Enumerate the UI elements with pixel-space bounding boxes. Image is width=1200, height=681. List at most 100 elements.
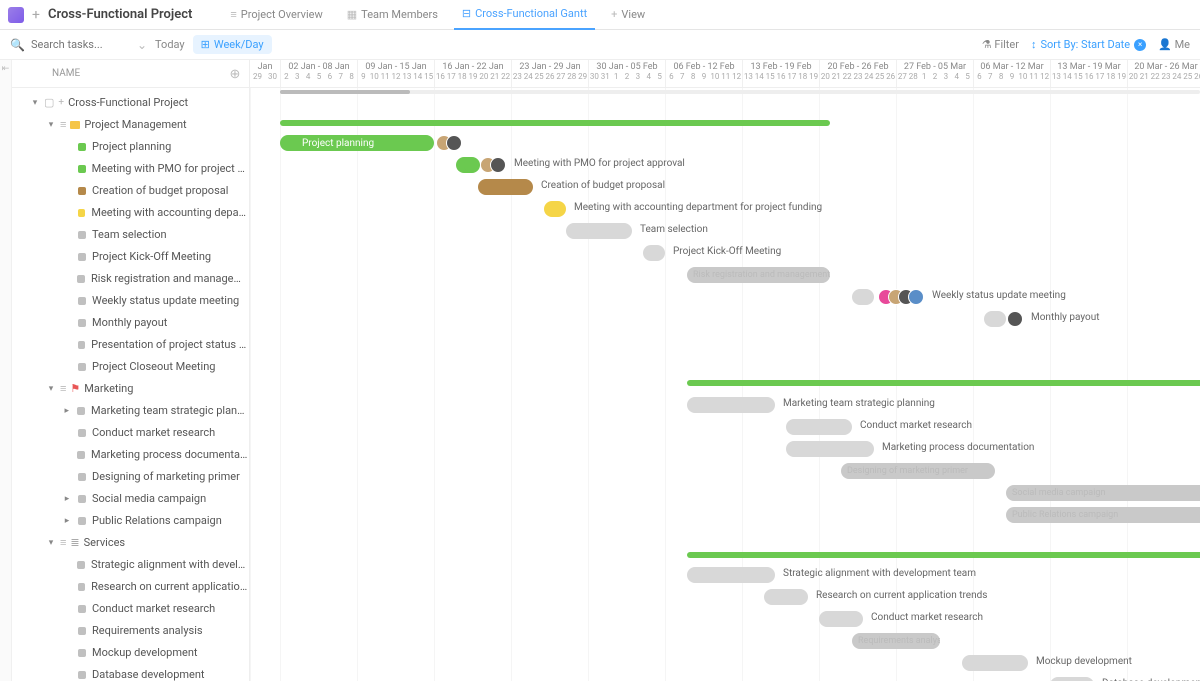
timeline-column: 20 Feb - 26 Feb20212223242526	[819, 60, 896, 87]
search-box[interactable]: 🔍 ⌄	[10, 38, 147, 52]
scrollbar-thumb[interactable]	[280, 90, 410, 94]
chevron-down-icon[interactable]: ▾	[30, 98, 40, 108]
task-row[interactable]: ▸Marketing team strategic planning	[12, 400, 249, 422]
task-bar[interactable]: Research on current application trends	[764, 589, 808, 605]
task-bar[interactable]: Creation of budget proposal	[478, 179, 533, 195]
task-bar-label: Creation of budget proposal	[541, 180, 665, 191]
task-row[interactable]: Team selection	[12, 224, 249, 246]
item-label: Presentation of project status re...	[91, 338, 249, 351]
task-row[interactable]: ▸ Social media campaign	[12, 488, 249, 510]
task-bar[interactable]: Meeting with accounting department for p…	[544, 201, 566, 217]
task-bar[interactable]: Meeting with PMO for project approval	[456, 157, 478, 173]
chevron-down-icon[interactable]: ▾	[46, 120, 56, 130]
task-row[interactable]: Project Kick-Off Meeting	[12, 246, 249, 268]
chevron-right-icon[interactable]: ▸	[62, 406, 71, 416]
task-row[interactable]: Meeting with accounting depart...	[12, 202, 249, 224]
task-row[interactable]: Database development	[12, 664, 249, 681]
status-square-icon	[78, 429, 86, 437]
list-row[interactable]: ▾≡≣Services	[12, 532, 249, 554]
task-row[interactable]: Weekly status update meeting	[12, 290, 249, 312]
group-bar[interactable]	[280, 120, 830, 126]
task-row[interactable]: Presentation of project status re...	[12, 334, 249, 356]
clear-sort-button[interactable]: ×	[1134, 39, 1146, 51]
assignee-avatars[interactable]	[486, 157, 506, 173]
task-bar[interactable]: Project Kick-Off Meeting	[643, 245, 665, 261]
gantt-chart[interactable]: Jan293002 Jan - 08 Jan234567809 Jan - 15…	[250, 60, 1200, 681]
search-input[interactable]	[31, 38, 131, 51]
week-day-label: Week/Day	[214, 38, 264, 51]
task-bar[interactable]: Mockup development	[962, 655, 1028, 671]
task-bar-label: Marketing process documentation	[882, 442, 1034, 453]
chevron-down-icon[interactable]: ⌄	[137, 38, 147, 52]
tab-team-members[interactable]: ▦ Team Members	[339, 0, 446, 30]
today-button[interactable]: Today	[155, 38, 185, 51]
task-bar[interactable]: Project planning	[280, 135, 434, 151]
task-bar[interactable]: Conduct market research	[819, 611, 863, 627]
task-row[interactable]: Risk registration and management	[12, 268, 249, 290]
task-row[interactable]: Creation of budget proposal	[12, 180, 249, 202]
chevron-right-icon[interactable]: ▸	[62, 516, 72, 526]
tab-add-view[interactable]: + View	[603, 0, 653, 30]
sort-button[interactable]: ↕ Sort By: Start Date ×	[1031, 38, 1146, 51]
assignee-avatars[interactable]	[442, 135, 462, 151]
chevron-down-icon[interactable]: ▾	[46, 384, 56, 394]
task-row[interactable]: Mockup development	[12, 642, 249, 664]
me-button[interactable]: 👤 Me	[1158, 38, 1190, 51]
task-bar[interactable]: Risk registration and management	[687, 267, 830, 283]
status-square-icon	[77, 275, 85, 283]
task-row[interactable]: ▸Public Relations campaign	[12, 510, 249, 532]
task-bar[interactable]: Database development	[1050, 677, 1094, 681]
gantt-body[interactable]: Project planning Meeting with PMO for pro…	[250, 88, 1200, 681]
folder-row[interactable]: ▾▢+Cross-Functional Project	[12, 92, 249, 114]
task-row[interactable]: Conduct market research	[12, 422, 249, 444]
week-day-toggle[interactable]: ⊞ Week/Day	[193, 35, 272, 54]
collapse-rail[interactable]: ⇤	[0, 60, 12, 681]
task-bar-label: Weekly status update meeting	[932, 290, 1066, 301]
flag-icon: ⚑	[70, 382, 80, 395]
task-row[interactable]: Meeting with PMO for project a...	[12, 158, 249, 180]
task-bar[interactable]: Requirements analysis	[852, 633, 940, 649]
task-row[interactable]: Research on current application ...	[12, 576, 249, 598]
list-row[interactable]: ▾≡Project Management	[12, 114, 249, 136]
task-row[interactable]: Strategic alignment with develop...	[12, 554, 249, 576]
assignee-avatars[interactable]	[1013, 311, 1023, 327]
group-bar[interactable]	[687, 552, 1200, 558]
add-project-icon[interactable]: +	[32, 7, 40, 23]
task-row[interactable]: Conduct market research	[12, 598, 249, 620]
task-bar[interactable]: Strategic alignment with development tea…	[687, 567, 775, 583]
task-bar[interactable]: Conduct market research	[786, 419, 852, 435]
task-bar-label: Social media campaign	[1006, 488, 1105, 498]
task-bar[interactable]: Social media campaign	[1006, 485, 1200, 501]
item-label: Social media campaign	[92, 492, 206, 505]
task-bar[interactable]: Public Relations campaign	[1006, 507, 1200, 523]
project-title[interactable]: Cross-Functional Project	[48, 7, 192, 22]
assignee-avatars[interactable]	[884, 289, 924, 305]
task-bar[interactable]: Marketing team strategic planning	[687, 397, 775, 413]
controls-bar: 🔍 ⌄ Today ⊞ Week/Day ⚗ Filter ↕ Sort By:…	[0, 30, 1200, 60]
list-row[interactable]: ▾≡⚑Marketing	[12, 378, 249, 400]
timeline-column: 02 Jan - 08 Jan2345678	[280, 60, 357, 87]
add-icon[interactable]: +	[58, 97, 64, 108]
task-row[interactable]: Project planning	[12, 136, 249, 158]
task-bar[interactable]: Monthly payout	[984, 311, 1006, 327]
task-bar[interactable]: Designing of marketing primer	[841, 463, 995, 479]
tab-cross-functional-gantt[interactable]: ⊟ Cross-Functional Gantt	[454, 0, 595, 30]
item-label: Database development	[92, 668, 205, 681]
timeline-scrollbar[interactable]	[280, 90, 1200, 94]
task-row[interactable]: Project Closeout Meeting	[12, 356, 249, 378]
chevron-down-icon[interactable]: ▾	[46, 538, 56, 548]
task-row[interactable]: Marketing process documentation	[12, 444, 249, 466]
add-column-button[interactable]: ⊕	[227, 66, 243, 82]
filter-button[interactable]: ⚗ Filter	[982, 38, 1019, 51]
task-bar-label: Meeting with accounting department for p…	[574, 202, 822, 213]
task-bar[interactable]: Team selection	[566, 223, 632, 239]
tab-project-overview[interactable]: ≡ Project Overview	[222, 0, 330, 30]
task-row[interactable]: Designing of marketing primer	[12, 466, 249, 488]
task-row[interactable]: Requirements analysis	[12, 620, 249, 642]
task-bar[interactable]: Weekly status update meeting	[852, 289, 874, 305]
chevron-right-icon[interactable]: ▸	[62, 494, 72, 504]
item-label: Requirements analysis	[92, 624, 203, 637]
group-bar[interactable]	[687, 380, 1200, 386]
task-bar[interactable]: Marketing process documentation	[786, 441, 874, 457]
task-row[interactable]: Monthly payout	[12, 312, 249, 334]
